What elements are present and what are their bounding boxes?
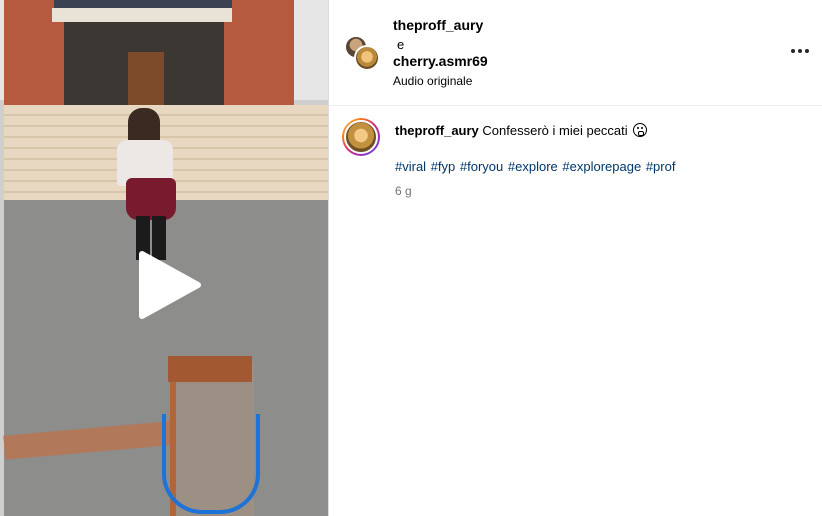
- video-frame-rope: [162, 414, 260, 514]
- hashtag-link[interactable]: #explore: [508, 159, 558, 174]
- video-frame-person-skirt: [126, 178, 176, 220]
- play-icon: [139, 251, 201, 319]
- sleeping-face-emoji-icon: [633, 123, 648, 137]
- hashtag-link[interactable]: #viral: [395, 159, 426, 174]
- collab-conjunction: e: [397, 37, 405, 52]
- hashtag-link[interactable]: #fyp: [431, 159, 456, 174]
- author-username-1[interactable]: theproff_aury: [393, 17, 483, 33]
- hashtag-link[interactable]: #explorepage: [562, 159, 641, 174]
- avatar: [344, 120, 378, 154]
- collab-avatars[interactable]: [344, 35, 380, 71]
- hashtag-link[interactable]: #prof: [646, 159, 676, 174]
- caption-comment: theproff_aury Confesserò i miei peccati …: [329, 107, 822, 227]
- caption-text-line: theproff_aury Confesserò i miei peccati: [395, 123, 648, 138]
- more-options-button[interactable]: [789, 40, 811, 62]
- caption-username[interactable]: theproff_aury: [395, 123, 479, 138]
- hashtags: #viral #fyp #foryou #explore #explorepag…: [395, 159, 676, 174]
- post-header: theproff_aury e cherry.asmr69 Audio orig…: [329, 0, 822, 106]
- more-options-icon: [791, 49, 795, 53]
- hashtag-link[interactable]: #foryou: [460, 159, 503, 174]
- caption-text: Confesserò i miei peccati: [482, 123, 628, 138]
- video-frame-window: [54, 0, 232, 8]
- caption-avatar[interactable]: [342, 118, 380, 156]
- more-options-icon: [798, 49, 802, 53]
- audio-link[interactable]: Audio originale: [393, 74, 472, 88]
- play-button[interactable]: [134, 250, 204, 320]
- avatar[interactable]: [354, 45, 380, 71]
- video-frame-frieze: [52, 8, 232, 22]
- post-details-panel: theproff_aury e cherry.asmr69 Audio orig…: [329, 0, 822, 516]
- author-username-2[interactable]: cherry.asmr69: [393, 53, 488, 69]
- caption-timestamp[interactable]: 6 g: [395, 184, 412, 198]
- more-options-icon: [805, 49, 809, 53]
- reel-video[interactable]: [0, 0, 329, 516]
- video-frame-post-top: [168, 356, 252, 382]
